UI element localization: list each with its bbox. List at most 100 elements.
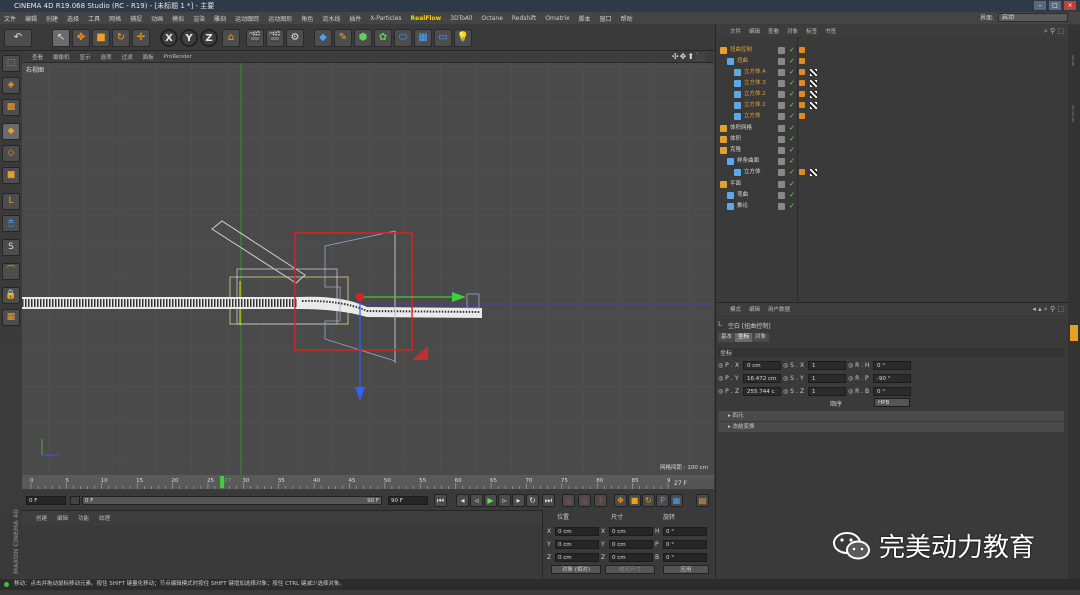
attr-value-field[interactable]: -90 °: [873, 374, 911, 383]
menu-item[interactable]: Redshift: [512, 15, 536, 22]
minimize-icon[interactable]: –: [1034, 1, 1046, 10]
object-row[interactable]: 立方体.1 ✓: [716, 100, 1069, 111]
visibility-dot-icon[interactable]: [778, 136, 785, 143]
grid-icon[interactable]: ▦: [2, 309, 20, 326]
coord-value-field[interactable]: 0 cm: [555, 540, 599, 549]
object-menu-item[interactable]: 标签: [806, 27, 817, 35]
menu-item[interactable]: 角色: [301, 14, 313, 23]
rotate-icon[interactable]: ↻: [112, 29, 130, 47]
object-row[interactable]: 体积 ✓: [716, 134, 1069, 145]
add-icon[interactable]: ✛: [132, 29, 150, 47]
deformer-icon[interactable]: ⬭: [394, 29, 412, 47]
menu-item[interactable]: 文件: [4, 14, 16, 23]
floor-icon[interactable]: ▦: [414, 29, 432, 47]
enabled-check-icon[interactable]: ✓: [789, 156, 795, 167]
range-slider[interactable]: 0 F 90 F: [82, 496, 382, 505]
lock-icon[interactable]: 🔒: [2, 287, 20, 304]
subdivision-icon[interactable]: ⬢: [354, 29, 372, 47]
visibility-dot-icon[interactable]: [778, 69, 785, 76]
visibility-dot-icon[interactable]: [778, 47, 785, 54]
tag-icon[interactable]: [799, 47, 805, 53]
render-view-icon[interactable]: 🎬: [246, 29, 264, 47]
object-column-divider[interactable]: [797, 37, 798, 301]
object-manager-search-icon[interactable]: ⌕ ⚲ ⬚: [1044, 27, 1064, 36]
cloner-icon[interactable]: ✿: [374, 29, 392, 47]
coord-value-field[interactable]: 0 cm: [609, 540, 653, 549]
material-menu-item[interactable]: 创建: [36, 514, 47, 522]
point-mode-icon[interactable]: ◆: [2, 123, 20, 140]
attr-value-field[interactable]: 0 °: [873, 387, 911, 396]
undo-icon[interactable]: ↶: [4, 29, 32, 47]
object-row[interactable]: 平面 ✓: [716, 179, 1069, 190]
attr-value-field[interactable]: 1: [808, 374, 846, 383]
render-settings-icon[interactable]: ⚙: [286, 29, 304, 47]
viewport[interactable]: 右视图 网格间距 : 100 cm: [22, 63, 714, 475]
attribute-menu-item[interactable]: 用户数据: [768, 305, 790, 313]
menu-item[interactable]: 流水线: [322, 14, 340, 23]
key-rotation-icon[interactable]: ↻: [642, 494, 655, 507]
attribute-menu-item[interactable]: 编辑: [749, 305, 760, 313]
menu-item[interactable]: 网格: [109, 14, 121, 23]
viewport-menu-item[interactable]: ProRender: [164, 54, 192, 60]
z-axis-icon[interactable]: Z: [200, 29, 218, 47]
enabled-check-icon[interactable]: ✓: [789, 201, 795, 212]
material-tag-icon[interactable]: [810, 69, 817, 76]
menu-item[interactable]: 运动跟踪: [235, 14, 259, 23]
key-param-icon[interactable]: P: [656, 494, 669, 507]
attr-value-field[interactable]: 255.744 c: [743, 387, 781, 396]
material-tag-icon[interactable]: [810, 91, 817, 98]
menu-item[interactable]: 编辑: [25, 14, 37, 23]
coord-size-mode-select[interactable]: 绝对尺寸: [605, 565, 655, 574]
attribute-nav-icons[interactable]: ◂ ▴ ⌕ ⚲ ⬚: [1032, 305, 1064, 314]
viewport-menu-item[interactable]: 显示: [80, 53, 91, 61]
x-axis-icon[interactable]: X: [160, 29, 178, 47]
attr-value-field[interactable]: 16.472 cm: [743, 374, 781, 383]
attr-value-field[interactable]: 0 cm: [743, 361, 781, 370]
menu-item[interactable]: 雕刻: [214, 14, 226, 23]
next-key-icon[interactable]: ▸: [512, 494, 525, 507]
coord-mode-select[interactable]: 对象 (相对): [551, 565, 601, 574]
object-menu-item[interactable]: 文件: [730, 27, 741, 35]
tag-icon[interactable]: [799, 169, 805, 175]
end-frame-field[interactable]: 90 F: [388, 496, 428, 505]
texture-mode-icon[interactable]: ▩: [2, 99, 20, 116]
coord-value-field[interactable]: 0 °: [663, 540, 707, 549]
visibility-dot-icon[interactable]: [778, 80, 785, 87]
key-scale-icon[interactable]: ■: [628, 494, 641, 507]
side-tab-1[interactable]: ▯▯: [1070, 55, 1076, 67]
enabled-check-icon[interactable]: ✓: [789, 100, 795, 111]
coord-value-field[interactable]: 0 °: [663, 527, 707, 536]
tweak-mode-icon[interactable]: 🖱: [2, 215, 20, 232]
visibility-dot-icon[interactable]: [778, 203, 785, 210]
layout-select[interactable]: 启动: [998, 13, 1068, 22]
visibility-dot-icon[interactable]: [778, 192, 785, 199]
enabled-check-icon[interactable]: ✓: [789, 167, 795, 178]
visibility-dot-icon[interactable]: [778, 113, 785, 120]
workplane-icon[interactable]: ⌒: [2, 263, 20, 280]
coord-value-field[interactable]: 0 cm: [555, 553, 599, 562]
tag-icon[interactable]: [799, 58, 805, 64]
visibility-dot-icon[interactable]: [778, 181, 785, 188]
prev-frame-icon[interactable]: ◃: [470, 494, 483, 507]
tag-icon[interactable]: [799, 69, 805, 75]
section-quaternion[interactable]: ▸ 四元: [718, 411, 1064, 421]
timeline[interactable]: 05101520252730354045505560657075808590: [22, 475, 714, 489]
camera-icon[interactable]: ▭: [434, 29, 452, 47]
fcurve-icon[interactable]: ▤: [696, 494, 709, 507]
tag-icon[interactable]: [799, 102, 805, 108]
enabled-check-icon[interactable]: ✓: [789, 89, 795, 100]
autokey-icon[interactable]: ⦸: [578, 494, 591, 507]
coord-value-field[interactable]: 0 cm: [609, 527, 653, 536]
move-icon[interactable]: ✥: [72, 29, 90, 47]
menu-item[interactable]: 工具: [88, 14, 100, 23]
maximize-icon[interactable]: □: [1049, 1, 1061, 10]
object-row[interactable]: 立方体.3 ✓: [716, 78, 1069, 89]
side-tab-active[interactable]: [1070, 325, 1078, 341]
object-menu-item[interactable]: 查看: [768, 27, 779, 35]
enabled-check-icon[interactable]: ✓: [789, 134, 795, 145]
cube-icon[interactable]: ◆: [314, 29, 332, 47]
start-frame-field[interactable]: 0 F: [26, 496, 66, 505]
attribute-menu-item[interactable]: 模式: [730, 305, 741, 313]
menu-item[interactable]: 插件: [349, 14, 361, 23]
keyframe-selection-icon[interactable]: ?: [594, 494, 607, 507]
